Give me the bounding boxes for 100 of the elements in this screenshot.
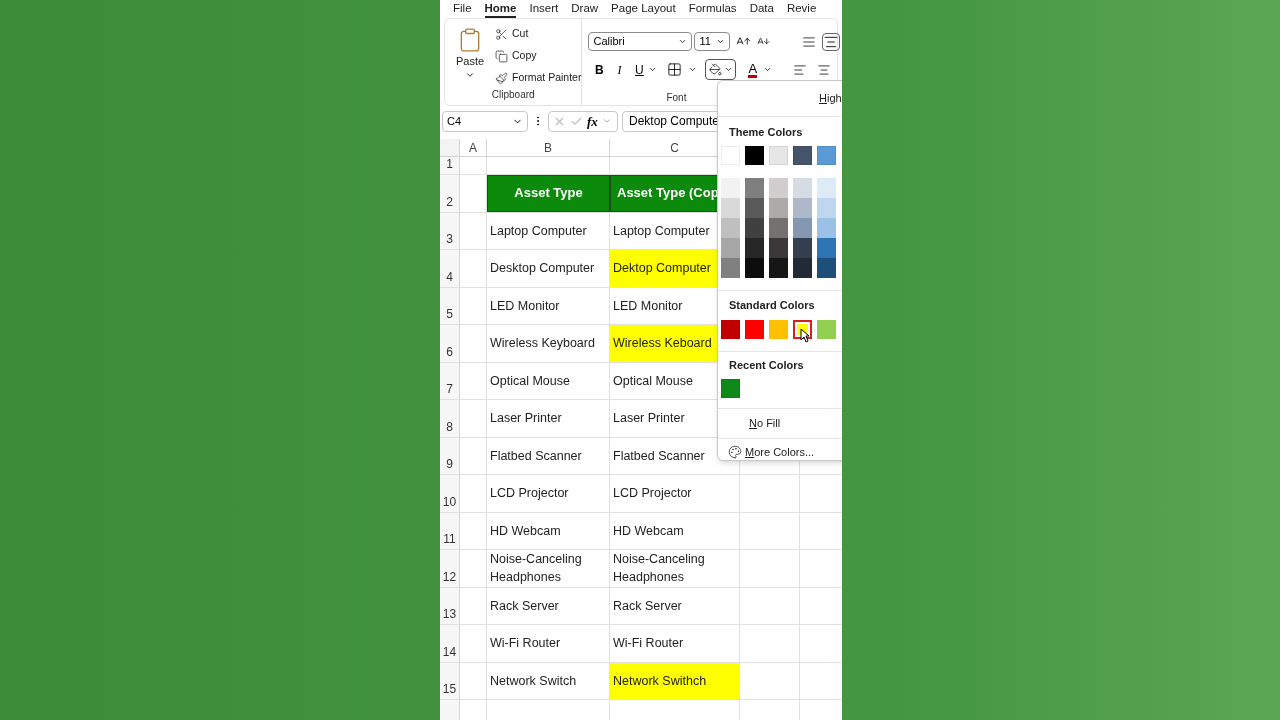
row-number[interactable]: 11 <box>440 512 460 549</box>
row-number[interactable]: 6 <box>440 325 460 362</box>
color-swatch[interactable] <box>793 178 812 198</box>
ribbon-tab[interactable]: Page Layout <box>611 0 676 18</box>
row-number[interactable]: 12 <box>440 550 460 587</box>
color-swatch[interactable] <box>721 198 740 218</box>
column-header[interactable]: A <box>460 138 487 156</box>
clipboard-command[interactable]: Format Painter <box>495 69 582 87</box>
align-top-icon[interactable] <box>802 34 817 49</box>
fill-color-button[interactable] <box>705 59 737 80</box>
name-box[interactable]: C4 <box>442 110 528 132</box>
menu-item[interactable]: No Fill <box>749 415 842 432</box>
table-cell: HD Webcam <box>487 512 610 549</box>
paint-bucket-icon <box>708 63 722 76</box>
font-color-button[interactable]: A <box>748 61 758 78</box>
table-cell: Laser Printer <box>487 400 610 437</box>
scissors-icon <box>495 27 508 41</box>
font-style-button[interactable]: I <box>612 60 627 79</box>
row-number[interactable]: 15 <box>440 662 460 699</box>
header-cell: Asset Type <box>487 174 610 212</box>
ribbon-tab[interactable]: Formulas <box>688 0 737 18</box>
color-swatch[interactable] <box>769 238 788 258</box>
row-number[interactable]: 13 <box>440 587 460 624</box>
color-swatch[interactable] <box>769 198 788 218</box>
color-swatch[interactable] <box>769 218 788 238</box>
row-number[interactable]: 7 <box>440 362 460 399</box>
table-cell: Noise-Canceling Headphones <box>610 550 740 587</box>
color-swatch[interactable] <box>769 319 788 339</box>
row-number[interactable]: 5 <box>440 287 460 324</box>
table-cell: HD Webcam <box>610 512 740 549</box>
color-swatch[interactable] <box>769 178 788 198</box>
insert-function-button[interactable]: fx <box>587 111 598 131</box>
table-cell: Rack Server <box>487 587 610 624</box>
table-cell: Rack Server <box>610 587 740 624</box>
caret-icon <box>716 37 726 46</box>
color-swatch[interactable] <box>721 258 740 278</box>
color-swatch[interactable] <box>721 178 740 198</box>
table-cell: Network Swithch <box>610 662 740 699</box>
color-swatch[interactable] <box>721 218 740 238</box>
color-swatch[interactable] <box>793 218 812 238</box>
table-cell: LED Monitor <box>487 287 610 324</box>
row-number[interactable]: 9 <box>440 437 460 474</box>
row-number[interactable]: 10 <box>440 475 460 512</box>
color-swatch[interactable] <box>817 238 836 258</box>
row-number[interactable]: 3 <box>440 212 460 249</box>
align-left-icon[interactable] <box>793 62 808 77</box>
color-swatch[interactable] <box>745 198 764 218</box>
group-label: Clipboard <box>491 88 535 102</box>
color-swatch[interactable] <box>745 319 764 339</box>
row-number[interactable]: 14 <box>440 625 460 662</box>
clipboard-command[interactable]: Cut <box>495 25 582 43</box>
table-cell: Wi-Fi Router <box>610 625 740 662</box>
color-swatch[interactable] <box>769 258 788 278</box>
caret-icon <box>648 65 658 74</box>
paste-button[interactable]: Paste <box>445 23 495 87</box>
menu-item[interactable]: More Colors... <box>745 443 815 460</box>
font-style-button[interactable]: B <box>592 60 607 79</box>
color-swatch[interactable] <box>793 198 812 218</box>
align-middle-icon[interactable] <box>822 32 841 51</box>
color-swatch[interactable] <box>817 218 836 238</box>
color-swatch[interactable] <box>721 319 740 339</box>
cursor-icon <box>800 327 810 343</box>
font-style-button[interactable]: U <box>632 60 647 79</box>
column-header[interactable]: B <box>487 138 610 156</box>
row-number[interactable]: 8 <box>440 400 460 437</box>
table-cell: Optical Mouse <box>487 362 610 399</box>
row-header[interactable] <box>440 700 460 720</box>
color-swatch[interactable] <box>745 238 764 258</box>
section-title: Theme Colors <box>729 124 804 140</box>
color-swatch[interactable] <box>745 258 764 278</box>
align-center-icon[interactable] <box>817 62 832 77</box>
ribbon-tab[interactable]: Data <box>749 0 774 18</box>
color-swatch[interactable] <box>721 238 740 258</box>
menu-title[interactable]: High <box>819 90 842 107</box>
ribbon-tab[interactable]: Insert <box>529 0 559 18</box>
color-swatch[interactable] <box>745 218 764 238</box>
caret-icon <box>723 65 733 74</box>
font-size-field[interactable]: 11 <box>694 32 731 51</box>
ribbon-tab[interactable]: Revie <box>786 0 817 18</box>
table-cell: Laptop Computer <box>487 212 610 249</box>
select-all-corner[interactable] <box>440 138 460 156</box>
caret-icon <box>688 65 698 74</box>
ribbon-tab[interactable]: File <box>453 0 472 18</box>
font-name-field[interactable]: Calibri <box>588 32 693 51</box>
color-swatch[interactable] <box>793 258 812 278</box>
color-swatch[interactable] <box>817 178 836 198</box>
row-number[interactable]: 4 <box>440 250 460 287</box>
color-swatch[interactable] <box>817 258 836 278</box>
table-cell: Noise-Canceling Headphones <box>487 550 610 587</box>
copy-icon <box>495 49 508 63</box>
clipboard-command[interactable]: Copy <box>495 47 582 65</box>
row-number[interactable]: 2 <box>440 174 460 212</box>
color-swatch[interactable] <box>793 238 812 258</box>
color-swatch[interactable] <box>817 319 836 339</box>
borders-icon[interactable] <box>667 62 683 77</box>
table-cell: Wi-Fi Router <box>487 625 610 662</box>
ribbon-tab[interactable]: Draw <box>571 0 599 18</box>
color-swatch[interactable] <box>817 198 836 218</box>
table-cell: Flatbed Scanner <box>487 437 610 474</box>
color-swatch[interactable] <box>745 178 764 198</box>
